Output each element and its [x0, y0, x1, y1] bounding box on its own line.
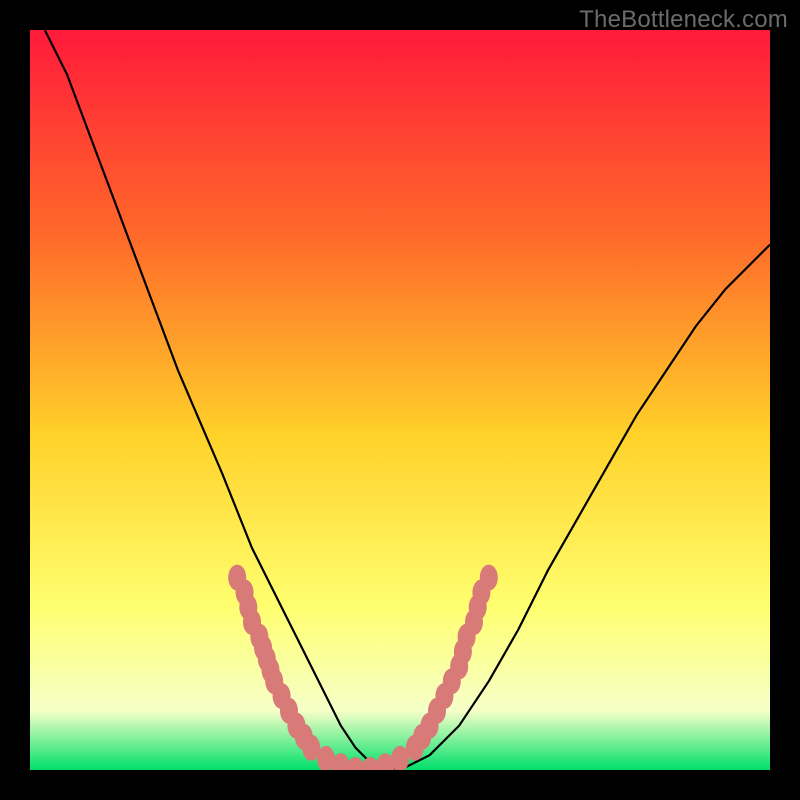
- bottleneck-chart: [30, 30, 770, 770]
- data-marker: [480, 565, 498, 591]
- chart-frame: TheBottleneck.com: [0, 0, 800, 800]
- plot-area: [30, 30, 770, 770]
- gradient-background: [30, 30, 770, 770]
